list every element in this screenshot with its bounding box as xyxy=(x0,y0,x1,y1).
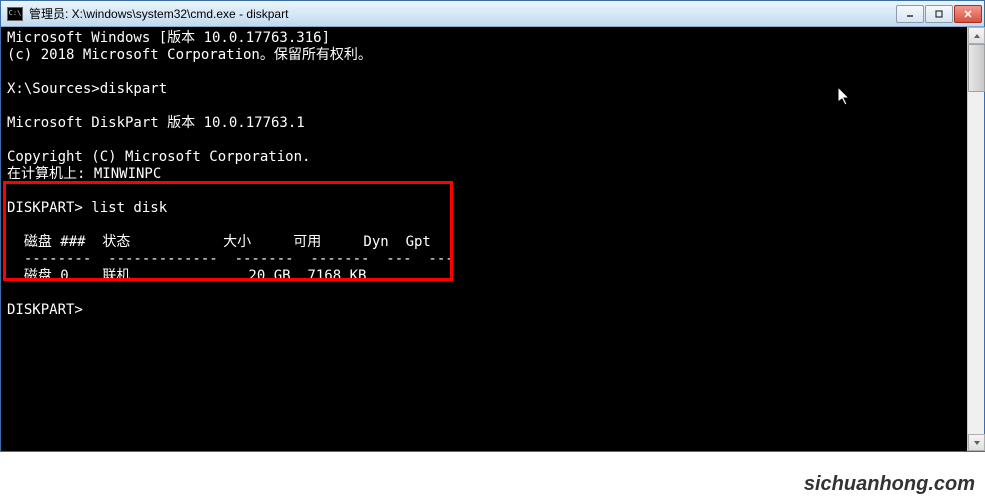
terminal-line: DISKPART> list disk xyxy=(7,200,167,216)
terminal-line: 在计算机上: MINWINPC xyxy=(7,166,161,182)
terminal-line: X:\Sources>diskpart xyxy=(7,81,167,97)
terminal-line: Copyright (C) Microsoft Corporation. xyxy=(7,149,310,165)
terminal-line: Microsoft Windows [版本 10.0.17763.316] xyxy=(7,30,330,46)
title-left: C:\ 管理员: X:\windows\system32\cmd.exe - d… xyxy=(7,5,288,22)
window-title: 管理员: X:\windows\system32\cmd.exe - diskp… xyxy=(29,5,288,22)
minimize-button[interactable] xyxy=(896,5,924,23)
scroll-up-button[interactable] xyxy=(968,27,985,44)
scrollbar-thumb[interactable] xyxy=(968,44,985,92)
terminal-line: -------- ------------- ------- ------- -… xyxy=(7,251,454,267)
window-controls xyxy=(895,5,982,23)
titlebar[interactable]: C:\ 管理员: X:\windows\system32\cmd.exe - d… xyxy=(1,1,984,27)
terminal-line: 磁盘 ### 状态 大小 可用 Dyn Gpt xyxy=(7,234,431,250)
terminal-line: (c) 2018 Microsoft Corporation。保留所有权利。 xyxy=(7,47,372,63)
terminal-output[interactable]: Microsoft Windows [版本 10.0.17763.316] (c… xyxy=(1,27,984,451)
cmd-icon: C:\ xyxy=(7,7,23,21)
vertical-scrollbar[interactable] xyxy=(967,27,984,451)
maximize-button[interactable] xyxy=(925,5,953,23)
terminal-line: 磁盘 0 联机 20 GB 7168 KB xyxy=(7,268,366,284)
terminal-line: Microsoft DiskPart 版本 10.0.17763.1 xyxy=(7,115,305,131)
cmd-window: C:\ 管理员: X:\windows\system32\cmd.exe - d… xyxy=(0,0,985,452)
watermark: sichuanhong.com xyxy=(804,473,975,496)
close-button[interactable] xyxy=(954,5,982,23)
terminal-line: DISKPART> xyxy=(7,302,83,318)
scroll-down-button[interactable] xyxy=(968,434,985,451)
